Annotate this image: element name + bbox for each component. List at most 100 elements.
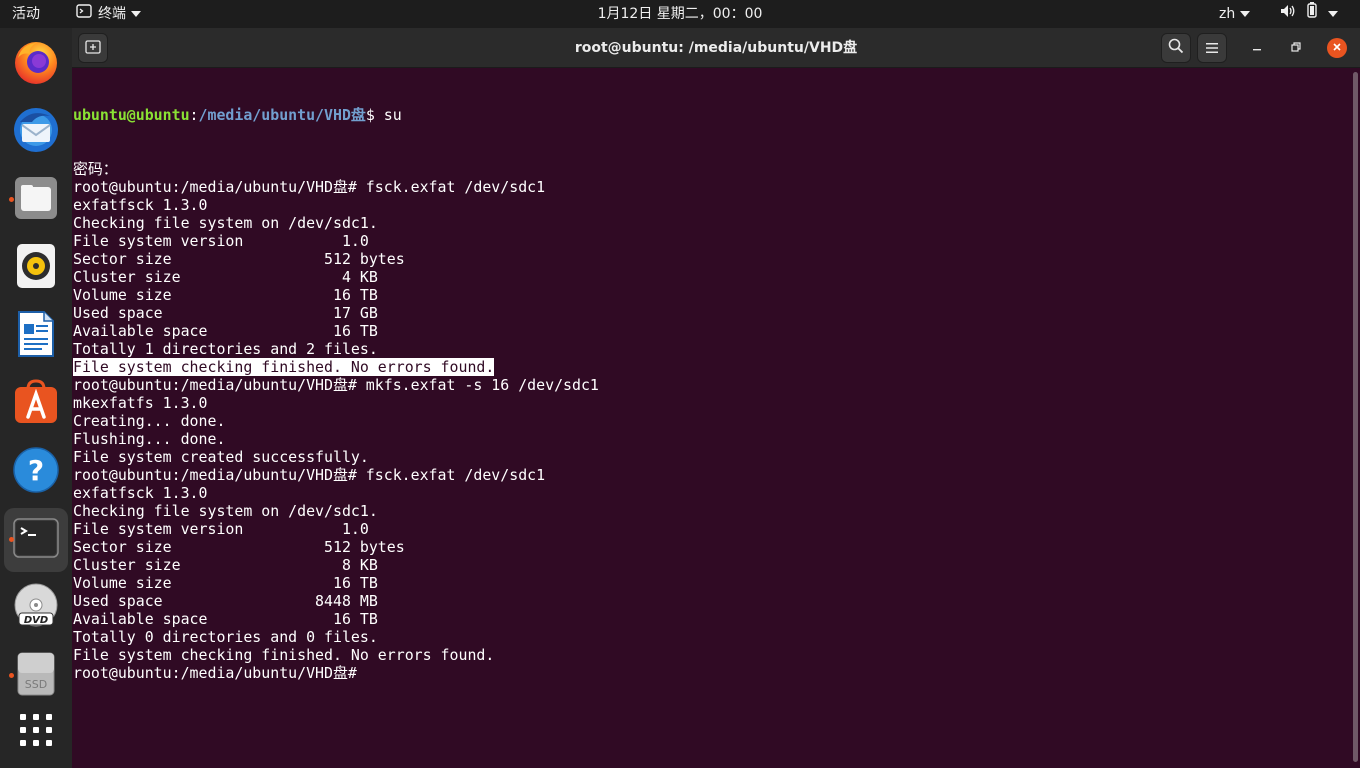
firefox-icon — [12, 38, 60, 90]
terminal-line: root@ubuntu:/media/ubuntu/VHD盘# fsck.exf… — [73, 178, 1350, 196]
dock-help[interactable]: ? — [4, 440, 68, 504]
terminal-line-text: Checking file system on /dev/sdc1. — [73, 214, 378, 232]
terminal-line: Totally 0 directories and 0 files. — [73, 628, 1350, 646]
chevron-down-icon — [1240, 11, 1251, 17]
terminal-line-text: Volume size 16 TB — [73, 574, 378, 592]
terminal-line-text: root@ubuntu:/media/ubuntu/VHD盘# — [73, 664, 366, 682]
running-indicator — [9, 673, 14, 678]
dvd-label: DVD — [24, 615, 48, 626]
terminal-small-icon — [76, 0, 92, 28]
dock-thunderbird[interactable] — [4, 100, 68, 164]
dock-files[interactable] — [4, 168, 68, 232]
terminal-line-text: 密码： — [73, 160, 118, 178]
close-icon — [1332, 41, 1342, 56]
terminal-line-text: Flushing... done. — [73, 430, 226, 448]
header-bar[interactable]: root@ubuntu: /media/ubuntu/VHD盘 — [72, 28, 1360, 68]
terminal-line-text: Creating... done. — [73, 412, 226, 430]
restore-icon — [1291, 41, 1301, 56]
terminal-line-text: Sector size 512 bytes — [73, 538, 405, 556]
terminal-line-text: root@ubuntu:/media/ubuntu/VHD盘# mkfs.exf… — [73, 376, 599, 394]
scrollbar-thumb[interactable] — [1353, 72, 1358, 762]
terminal-line: 密码： — [73, 160, 1350, 178]
svg-text:?: ? — [28, 454, 44, 487]
terminal-icon — [13, 518, 59, 562]
running-indicator — [9, 197, 14, 202]
terminal-line-text: Used space 17 GB — [73, 304, 378, 322]
terminal-line-text: Totally 0 directories and 0 files. — [73, 628, 378, 646]
prompt-separator: : — [189, 106, 199, 124]
close-button[interactable] — [1327, 38, 1347, 58]
terminal-line-text: exfatfsck 1.3.0 — [73, 196, 208, 214]
terminal-line: Checking file system on /dev/sdc1. — [73, 214, 1350, 232]
folder-icon — [13, 175, 59, 225]
software-store-icon — [13, 379, 59, 429]
terminal-line-prompt: ubuntu@ubuntu:/media/ubuntu/VHD盘$ su — [73, 106, 1350, 124]
terminal-line-text: Available space 16 TB — [73, 322, 378, 340]
terminal-line: Available space 16 TB — [73, 322, 1350, 340]
prompt-path: /media/ubuntu/VHD盘 — [198, 106, 366, 124]
terminal-line: Creating... done. — [73, 412, 1350, 430]
terminal-line-text: Cluster size 4 KB — [73, 268, 378, 286]
terminal-line-text: Totally 1 directories and 2 files. — [73, 340, 378, 358]
dock-writer[interactable] — [4, 304, 68, 368]
terminal-line-text: Used space 8448 MB — [73, 592, 378, 610]
terminal-line: File system created successfully. — [73, 448, 1350, 466]
scrollbar[interactable] — [1350, 68, 1360, 768]
dvd-icon: DVD — [13, 583, 59, 633]
dock: ? DVD SSD — [0, 28, 72, 768]
prompt-symbol: $ — [365, 106, 384, 124]
dock-rhythmbox[interactable] — [4, 236, 68, 300]
minimize-button[interactable] — [1247, 38, 1267, 58]
menu-button[interactable] — [1197, 33, 1227, 63]
chevron-down-icon — [131, 11, 141, 17]
terminal-line: Used space 17 GB — [73, 304, 1350, 322]
battery-icon — [1306, 0, 1318, 28]
terminal-line-text: Available space 16 TB — [73, 610, 378, 628]
chevron-down-icon — [1327, 11, 1338, 17]
app-menu-button[interactable]: 终端 — [76, 0, 141, 28]
terminal-lines: 密码： root@ubuntu:/media/ubuntu/VHD盘# fsck.… — [73, 160, 1350, 682]
terminal-line: Available space 16 TB — [73, 610, 1350, 628]
terminal-output[interactable]: ubuntu@ubuntu:/media/ubuntu/VHD盘$ su 密码：… — [72, 68, 1350, 768]
activities-label: 活动 — [12, 6, 40, 22]
terminal-line: exfatfsck 1.3.0 — [73, 484, 1350, 502]
system-menu-button[interactable] — [1280, 0, 1338, 28]
show-applications-button[interactable] — [4, 700, 68, 764]
clock[interactable]: 1月12日 星期二，00：00 — [560, 0, 800, 28]
maximize-button[interactable] — [1286, 38, 1306, 58]
search-button[interactable] — [1161, 33, 1191, 63]
dock-terminal[interactable] — [4, 508, 68, 572]
ssd-label: SSD — [25, 678, 47, 691]
grid-icon — [20, 714, 52, 750]
terminal-line-text: File system checking finished. No errors… — [73, 646, 495, 664]
app-menu-label: 终端 — [98, 6, 126, 22]
terminal-line-text: File system checking finished. No errors… — [73, 358, 495, 376]
input-method-label: zh — [1219, 6, 1236, 22]
input-method-button[interactable]: zh — [1219, 0, 1251, 28]
terminal-line: Sector size 512 bytes — [73, 538, 1350, 556]
terminal-line-text: Checking file system on /dev/sdc1. — [73, 502, 378, 520]
prompt-user: ubuntu@ubuntu — [73, 106, 190, 124]
dock-software[interactable] — [4, 372, 68, 436]
dock-firefox[interactable] — [4, 32, 68, 96]
terminal-line: Volume size 16 TB — [73, 574, 1350, 592]
volume-icon — [1280, 0, 1296, 28]
terminal-line-text: File system version 1.0 — [73, 520, 369, 538]
hamburger-icon — [1205, 39, 1219, 58]
terminal-line: Volume size 16 TB — [73, 286, 1350, 304]
top-bar: 活动 终端 1月12日 星期二，00：00 zh — [0, 0, 1360, 28]
activities-button[interactable]: 活动 — [12, 0, 40, 28]
terminal-line: Used space 8448 MB — [73, 592, 1350, 610]
terminal-line: Flushing... done. — [73, 430, 1350, 448]
terminal-line: Checking file system on /dev/sdc1. — [73, 502, 1350, 520]
dock-ssd[interactable]: SSD — [4, 644, 68, 708]
terminal-line: root@ubuntu:/media/ubuntu/VHD盘# fsck.exf… — [73, 466, 1350, 484]
running-indicator — [9, 537, 14, 542]
terminal-line-text: File system created successfully. — [73, 448, 369, 466]
search-icon — [1168, 38, 1184, 58]
dock-dvd[interactable]: DVD — [4, 576, 68, 640]
prompt-command: su — [383, 106, 402, 124]
terminal-line-text: Sector size 512 bytes — [73, 250, 405, 268]
help-icon: ? — [12, 446, 60, 498]
terminal-line-text: root@ubuntu:/media/ubuntu/VHD盘# fsck.exf… — [73, 178, 546, 196]
